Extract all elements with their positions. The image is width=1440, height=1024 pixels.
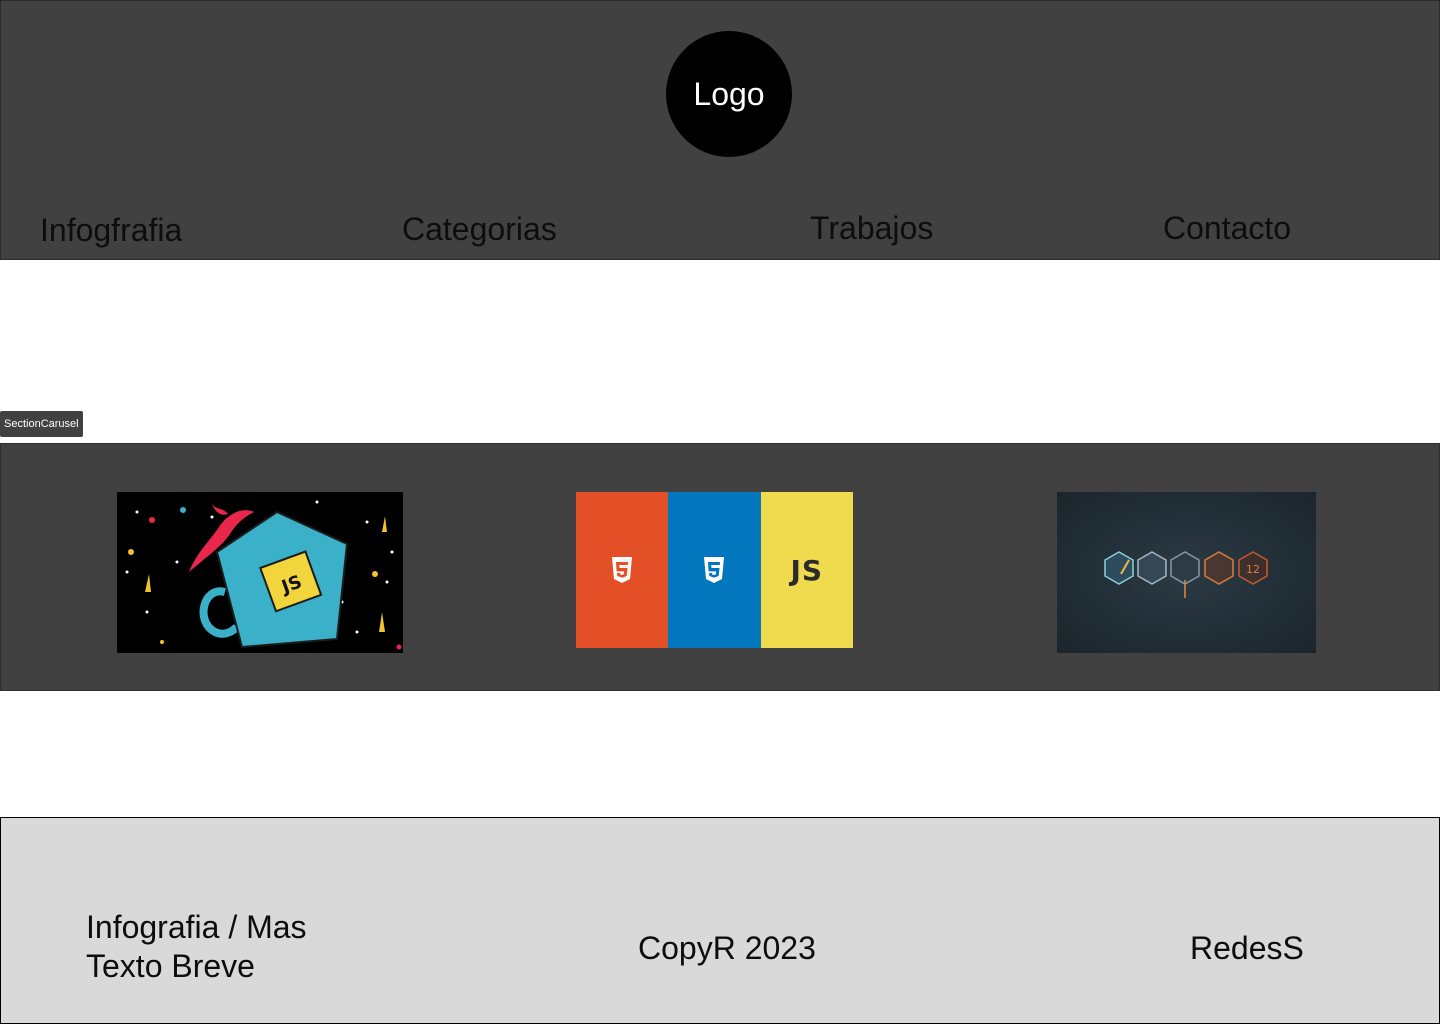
section-carousel-label: SectionCarusel xyxy=(0,411,83,437)
html5-icon xyxy=(612,557,633,583)
js-panel-text: JS xyxy=(790,553,824,587)
js-mug-image: JS xyxy=(117,492,403,653)
carousel-slide-hexagons[interactable]: 12 xyxy=(1057,492,1316,653)
css3-panel xyxy=(668,492,761,648)
carousel-section: JS JS 12 xyxy=(0,443,1440,691)
footer-copyright: CopyR 2023 xyxy=(638,930,816,966)
nav-link-infografia[interactable]: Infogfrafia xyxy=(40,212,182,249)
carousel-slide-html-css-js[interactable]: JS xyxy=(576,492,853,648)
html5-panel xyxy=(576,492,669,648)
footer-social-link[interactable]: RedesS xyxy=(1190,930,1304,967)
footer-info-line2: Texto Breve xyxy=(86,948,255,984)
hexagon-number: 12 xyxy=(1246,563,1260,576)
logo[interactable]: Logo xyxy=(666,31,792,157)
js-panel: JS xyxy=(760,492,853,648)
logo-label: Logo xyxy=(693,75,765,112)
site-header: Logo Infogfrafia Categorias Trabajos Con… xyxy=(0,0,1440,260)
nav-link-trabajos[interactable]: Trabajos xyxy=(810,210,933,247)
hexagon-icons-image: 12 xyxy=(1057,492,1316,653)
site-footer: Infografia / Mas Texto Breve CopyR 2023 … xyxy=(0,817,1440,1024)
carousel-slide-js-mug[interactable]: JS xyxy=(117,492,403,653)
nav-link-contacto[interactable]: Contacto xyxy=(1163,210,1291,247)
nav-link-categorias[interactable]: Categorias xyxy=(402,211,557,248)
footer-info: Infografia / Mas Texto Breve xyxy=(86,908,307,986)
css3-icon xyxy=(704,557,725,583)
footer-info-line1: Infografia / Mas xyxy=(86,909,307,945)
